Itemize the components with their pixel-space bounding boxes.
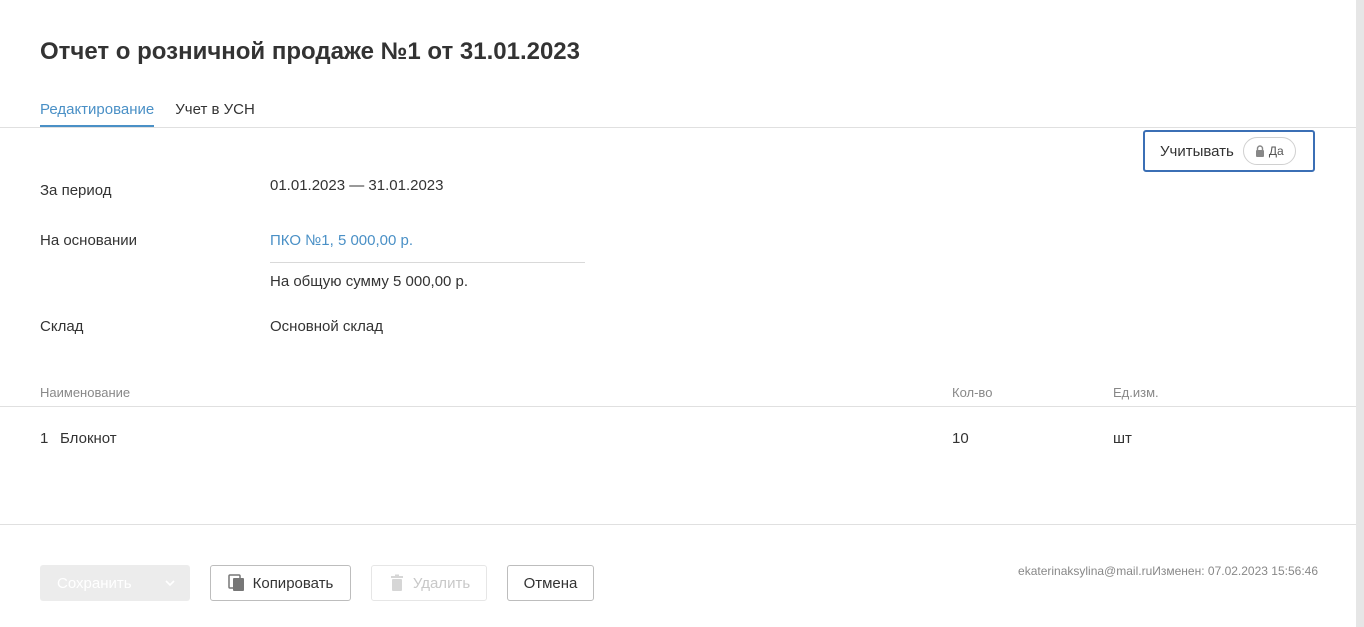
page-title: Отчет о розничной продаже №1 от 31.01.20… (40, 38, 580, 65)
row-number: 1 (40, 430, 49, 447)
basis-divider (270, 262, 585, 263)
tab-editing[interactable]: Редактирование (40, 101, 155, 127)
cancel-button[interactable]: Отмена (507, 565, 594, 601)
warehouse-label: Склад (40, 318, 84, 335)
scrollbar-thumb[interactable] (1356, 0, 1364, 627)
column-header-name: Наименование (40, 385, 131, 400)
period-value[interactable]: 01.01.2023 — 31.01.2023 (270, 177, 443, 194)
chevron-down-icon[interactable] (165, 578, 175, 588)
tax-accounting-toggle[interactable]: Учитывать Да (1143, 130, 1315, 172)
row-item-name[interactable]: Блокнот (60, 430, 117, 447)
column-header-unit: Ед.изм. (1113, 385, 1159, 400)
basis-label: На основании (40, 232, 137, 249)
save-button-label: Сохранить (57, 574, 132, 592)
tax-accounting-value-pill[interactable]: Да (1242, 137, 1296, 165)
tab-usn-accounting[interactable]: Учет в УСН (175, 101, 255, 127)
basis-total: На общую сумму 5 000,00 р. (270, 273, 469, 290)
column-header-qty: Кол-во (952, 385, 993, 400)
row-quantity[interactable]: 10 (952, 430, 969, 447)
delete-button-label: Удалить (412, 574, 471, 592)
copy-icon (227, 574, 244, 591)
tax-accounting-value: Да (1268, 144, 1284, 158)
delete-button[interactable]: Удалить (371, 565, 487, 601)
row-unit[interactable]: шт (1113, 430, 1132, 447)
tabs-divider (0, 127, 1356, 128)
copy-button[interactable]: Копировать (210, 565, 351, 601)
basis-link[interactable]: ПКО №1, 5 000,00 р. (270, 232, 413, 249)
table-header-divider (0, 406, 1356, 407)
trash-icon (390, 574, 403, 591)
modified-info: ekaterinaksylina@mail.ruИзменен: 07.02.2… (1018, 564, 1318, 578)
warehouse-value[interactable]: Основной склад (270, 318, 383, 335)
copy-button-label: Копировать (252, 574, 334, 592)
period-label: За период (40, 182, 112, 199)
save-button[interactable]: Сохранить (40, 565, 190, 601)
lock-icon (1255, 145, 1264, 157)
tab-bar: Редактирование Учет в УСН (40, 101, 255, 127)
footer-divider (0, 524, 1356, 525)
tax-accounting-label: Учитывать (1160, 142, 1234, 160)
